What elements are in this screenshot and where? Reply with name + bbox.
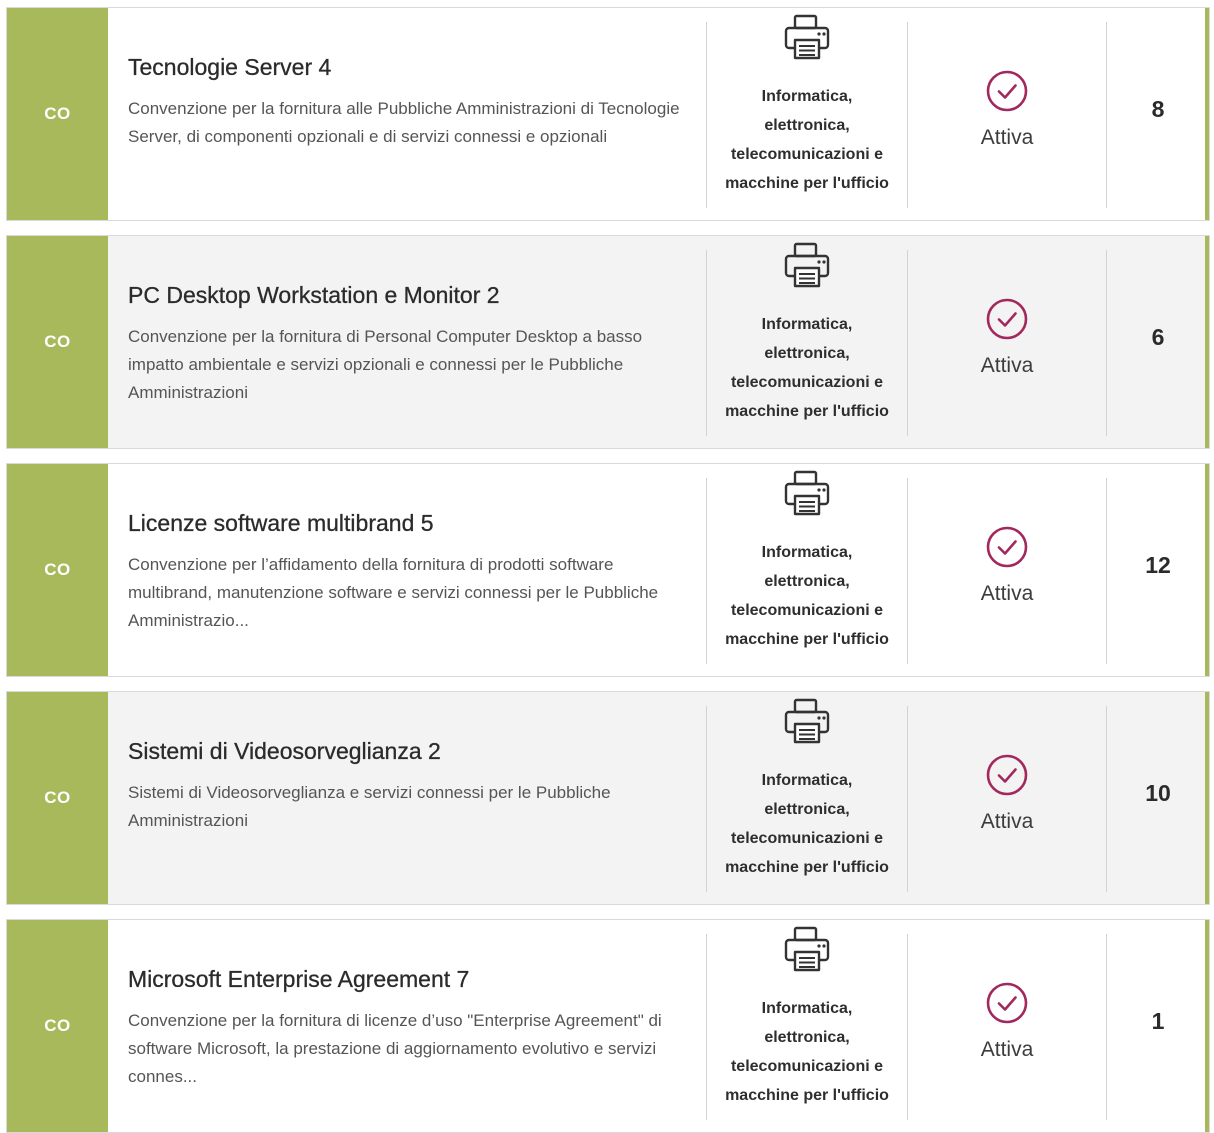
item-main: Microsoft Enterprise Agreement 7 Convenz… xyxy=(108,920,706,1132)
convention-list: CO Tecnologie Server 4 Convenzione per l… xyxy=(0,0,1214,1133)
row-accent-strip xyxy=(1205,692,1209,904)
status-label: Attiva xyxy=(980,582,1034,605)
row-accent-strip xyxy=(1205,464,1209,676)
check-circle-icon xyxy=(986,298,1028,340)
list-item-4[interactable]: CO Sistemi di Videosorveglianza 2 Sistem… xyxy=(6,691,1210,905)
item-description: Convenzione per l’affidamento della forn… xyxy=(128,555,659,630)
category-cell: Informatica, elettronica, telecomunicazi… xyxy=(707,692,907,904)
row-accent-strip xyxy=(1205,8,1209,220)
status-label: Attiva xyxy=(980,1038,1034,1061)
category-cell: Informatica, elettronica, telecomunicazi… xyxy=(707,236,907,448)
status-cell: Attiva xyxy=(908,920,1106,1132)
item-description: Convenzione per la fornitura di Personal… xyxy=(128,327,643,402)
printer-icon xyxy=(784,698,830,744)
check-circle-icon xyxy=(986,754,1028,796)
check-circle-icon xyxy=(986,982,1028,1024)
category-label: Informatica, elettronica, telecomunicazi… xyxy=(725,316,889,420)
printer-icon xyxy=(784,470,830,516)
status-cell: Attiva xyxy=(908,464,1106,676)
item-main: Sistemi di Videosorveglianza 2 Sistemi d… xyxy=(108,692,706,904)
list-item-5[interactable]: CO Microsoft Enterprise Agreement 7 Conv… xyxy=(6,919,1210,1133)
list-item-3[interactable]: CO Licenze software multibrand 5 Convenz… xyxy=(6,463,1210,677)
item-count: 8 xyxy=(1151,96,1165,122)
check-circle-icon xyxy=(986,526,1028,568)
category-label: Informatica, elettronica, telecomunicazi… xyxy=(725,88,889,192)
item-count: 6 xyxy=(1151,324,1165,350)
category-label: Informatica, elettronica, telecomunicazi… xyxy=(725,1000,889,1104)
item-count: 10 xyxy=(1145,780,1171,806)
category-cell: Informatica, elettronica, telecomunicazi… xyxy=(707,920,907,1132)
status-cell: Attiva xyxy=(908,236,1106,448)
item-title[interactable]: Tecnologie Server 4 xyxy=(128,54,688,81)
type-badge: CO xyxy=(7,236,108,448)
category-label: Informatica, elettronica, telecomunicazi… xyxy=(725,772,889,876)
status-label: Attiva xyxy=(980,810,1034,833)
type-badge: CO xyxy=(7,692,108,904)
item-main: Tecnologie Server 4 Convenzione per la f… xyxy=(108,8,706,220)
item-main: Licenze software multibrand 5 Convenzion… xyxy=(108,464,706,676)
item-description: Sistemi di Videosorveglianza e servizi c… xyxy=(128,783,611,830)
category-label: Informatica, elettronica, telecomunicazi… xyxy=(725,544,889,648)
category-cell: Informatica, elettronica, telecomunicazi… xyxy=(707,464,907,676)
category-cell: Informatica, elettronica, telecomunicazi… xyxy=(707,8,907,220)
type-badge: CO xyxy=(7,464,108,676)
printer-icon xyxy=(784,14,830,60)
printer-icon xyxy=(784,242,830,288)
list-item-1[interactable]: CO Tecnologie Server 4 Convenzione per l… xyxy=(6,7,1210,221)
item-main: PC Desktop Workstation e Monitor 2 Conve… xyxy=(108,236,706,448)
item-count: 12 xyxy=(1145,552,1171,578)
list-item-2[interactable]: CO PC Desktop Workstation e Monitor 2 Co… xyxy=(6,235,1210,449)
check-circle-icon xyxy=(986,70,1028,112)
type-badge: CO xyxy=(7,920,108,1132)
printer-icon xyxy=(784,926,830,972)
status-cell: Attiva xyxy=(908,8,1106,220)
item-count: 1 xyxy=(1151,1008,1165,1034)
item-title[interactable]: Microsoft Enterprise Agreement 7 xyxy=(128,966,688,993)
type-badge: CO xyxy=(7,8,108,220)
row-accent-strip xyxy=(1205,920,1209,1132)
status-cell: Attiva xyxy=(908,692,1106,904)
item-title[interactable]: Sistemi di Videosorveglianza 2 xyxy=(128,738,688,765)
item-title[interactable]: Licenze software multibrand 5 xyxy=(128,510,688,537)
item-description: Convenzione per la fornitura di licenze … xyxy=(128,1011,662,1086)
row-accent-strip xyxy=(1205,236,1209,448)
status-label: Attiva xyxy=(980,126,1034,149)
item-description: Convenzione per la fornitura alle Pubbli… xyxy=(128,99,680,146)
item-title[interactable]: PC Desktop Workstation e Monitor 2 xyxy=(128,282,688,309)
status-label: Attiva xyxy=(980,354,1034,377)
